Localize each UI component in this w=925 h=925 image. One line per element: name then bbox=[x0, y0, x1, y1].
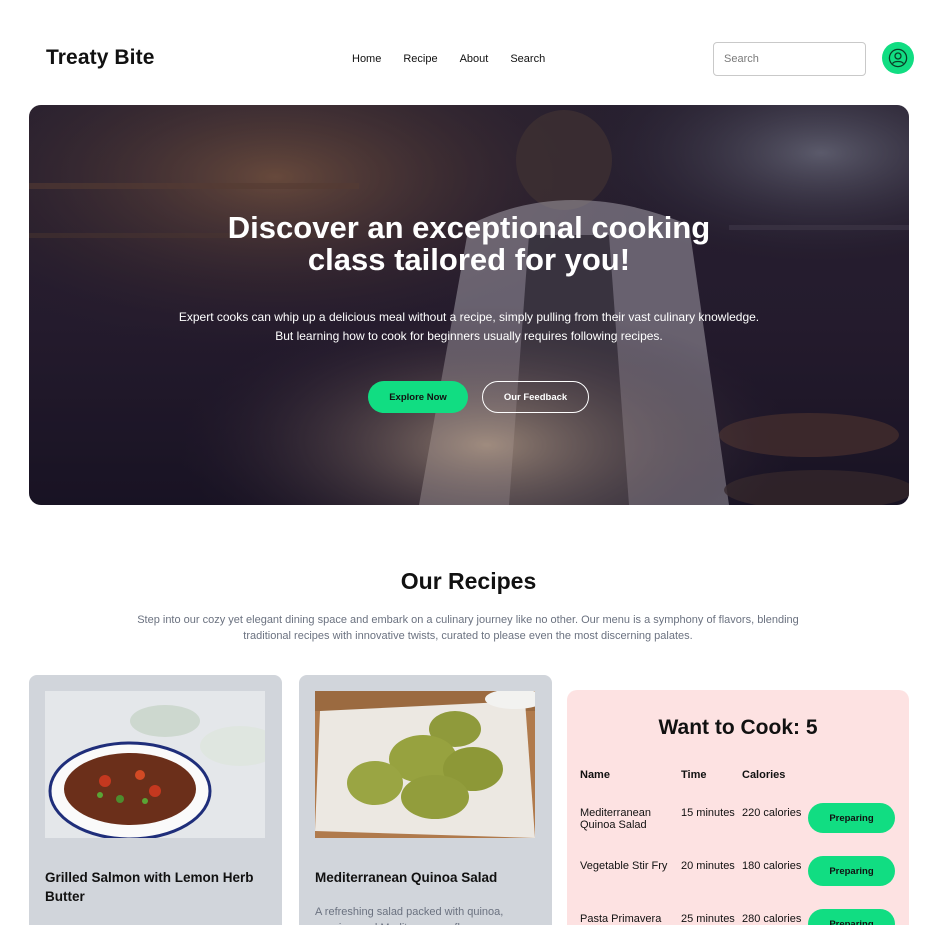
profile-button[interactable] bbox=[882, 42, 914, 74]
hero-title-line-2: class tailored for you! bbox=[307, 242, 631, 277]
user-circle-icon bbox=[888, 48, 908, 68]
row-name: Pasta Primavera bbox=[580, 913, 662, 925]
preparing-button[interactable]: Preparing bbox=[808, 856, 895, 886]
column-header-calories: Calories bbox=[742, 769, 786, 781]
column-header-name: Name bbox=[580, 769, 610, 781]
search-input[interactable] bbox=[714, 43, 865, 75]
row-name: Vegetable Stir Fry bbox=[580, 860, 668, 872]
hero-title-line-1: Discover an exceptional cooking bbox=[227, 210, 711, 245]
want-to-cook-title: Want to Cook: 5 bbox=[658, 716, 818, 739]
row-calories: 180 calories bbox=[742, 860, 802, 872]
row-time: 25 minutes bbox=[681, 913, 735, 925]
hero-subtitle: Expert cooks can whip up a delicious mea… bbox=[29, 308, 909, 346]
nav-about[interactable]: About bbox=[460, 52, 489, 66]
hero-subtitle-line-1: Expert cooks can whip up a delicious mea… bbox=[178, 310, 760, 324]
row-time: 20 minutes bbox=[681, 860, 735, 872]
recipe-image-quinoa bbox=[315, 691, 535, 838]
recipe-image-salmon bbox=[45, 691, 265, 838]
preparing-button[interactable]: Preparing bbox=[808, 909, 895, 925]
row-calories: 280 calories bbox=[742, 913, 802, 925]
row-calories: 220 calories bbox=[742, 807, 802, 819]
recipe-card-title: Grilled Salmon with Lemon Herb Butter bbox=[45, 870, 254, 904]
hero-banner: Discover an exceptional cooking class ta… bbox=[29, 105, 909, 505]
nav-search[interactable]: Search bbox=[510, 52, 545, 66]
recipe-card-description: A refreshing salad packed with quinoa, v… bbox=[315, 906, 504, 925]
recipe-card[interactable]: Mediterranean Quinoa Salad A refreshing … bbox=[299, 675, 552, 925]
main-nav: Home Recipe About Search bbox=[352, 52, 567, 66]
nav-home[interactable]: Home bbox=[352, 52, 381, 66]
want-to-cook-panel: Want to Cook: 5 Name Time Calories Medit… bbox=[567, 690, 909, 925]
explore-now-button[interactable]: Explore Now bbox=[368, 381, 468, 413]
table-row: Mediterranean Quinoa Salad 15 minutes 22… bbox=[567, 802, 909, 842]
column-header-time: Time bbox=[681, 769, 707, 781]
site-header: Treaty Bite Home Recipe About Search bbox=[0, 0, 925, 105]
recipes-description: Step into our cozy yet elegant dining sp… bbox=[137, 614, 799, 642]
our-feedback-button[interactable]: Our Feedback bbox=[482, 381, 589, 413]
hero-content: Discover an exceptional cooking class ta… bbox=[29, 105, 909, 505]
search-field bbox=[713, 42, 866, 76]
recipe-card-title: Mediterranean Quinoa Salad bbox=[315, 870, 498, 885]
table-row: Pasta Primavera 25 minutes 280 calories … bbox=[567, 908, 909, 925]
hero-subtitle-line-2: But learning how to cook for beginners u… bbox=[275, 329, 663, 343]
row-name: Mediterranean Quinoa Salad bbox=[580, 807, 651, 831]
recipe-card[interactable]: Grilled Salmon with Lemon Herb Butter bbox=[29, 675, 282, 925]
nav-recipe[interactable]: Recipe bbox=[403, 52, 437, 66]
table-row: Vegetable Stir Fry 20 minutes 180 calori… bbox=[567, 855, 909, 895]
recipes-title: Our Recipes bbox=[400, 568, 537, 594]
hero-title: Discover an exceptional cooking class ta… bbox=[29, 212, 909, 276]
preparing-button[interactable]: Preparing bbox=[808, 803, 895, 833]
row-time: 15 minutes bbox=[681, 807, 735, 819]
brand-logo[interactable]: Treaty Bite bbox=[46, 46, 154, 70]
